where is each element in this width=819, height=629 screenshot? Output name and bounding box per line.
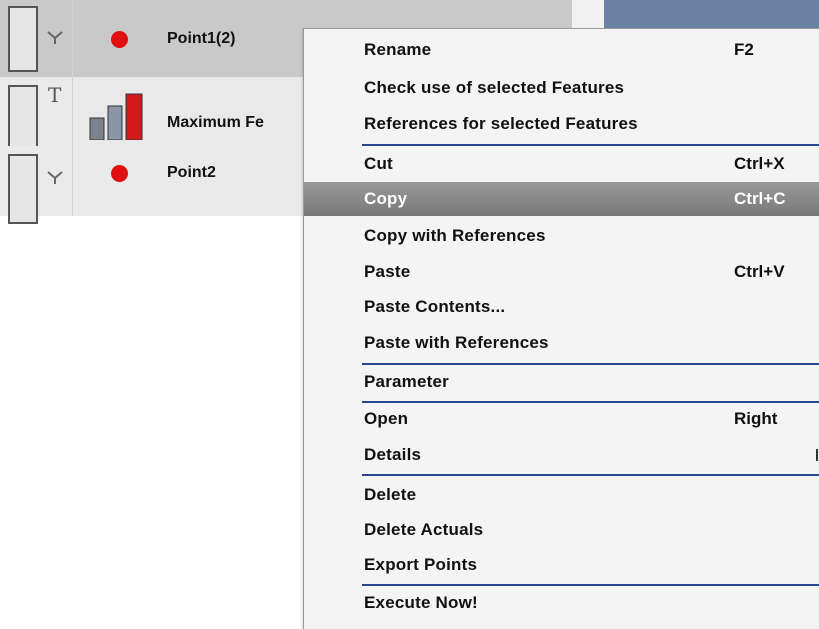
menu-item-export-points[interactable]: Export Points [304, 548, 819, 582]
menu-item-label: Parameter [364, 372, 449, 391]
menu-item-shortcut: F2 [734, 40, 754, 59]
menu-item-label: Details [364, 445, 422, 464]
menu-item-label: Copy [364, 189, 408, 208]
context-menu: Rename F2 Check use of selected Features… [303, 28, 819, 629]
menu-item-label: Paste Contents... [364, 297, 506, 316]
menu-item-paste-contents[interactable]: Paste Contents... [304, 290, 819, 324]
menu-item-parameter[interactable]: Parameter [304, 365, 819, 399]
menu-item-label: Delete [364, 485, 417, 504]
menu-item-label: Delete Actuals [364, 520, 484, 539]
menu-item-references[interactable]: References for selected Features [304, 107, 819, 141]
menu-item-label: Paste with References [364, 333, 549, 352]
column-divider [72, 77, 73, 146]
menu-item-label: Export Points [364, 555, 478, 574]
feature-label: Maximum Fe [167, 114, 264, 131]
menu-item-rename[interactable]: Rename F2 [304, 33, 819, 67]
menu-item-label: Cut [364, 154, 393, 173]
fork-icon [46, 170, 64, 189]
column-divider [72, 146, 73, 216]
menu-item-label: Execute Now! [364, 593, 478, 612]
row-checkbox[interactable] [8, 6, 38, 72]
menu-item-cut[interactable]: Cut Ctrl+X [304, 147, 819, 181]
menu-item-open[interactable]: Open Right [304, 402, 819, 436]
menu-item-paste[interactable]: Paste Ctrl+V [304, 255, 819, 289]
menu-item-copy-with-references[interactable]: Copy with References [304, 219, 819, 253]
menu-item-label: Copy with References [364, 226, 546, 245]
menu-item-details[interactable]: Details [304, 438, 819, 472]
menu-item-execute-now[interactable]: Execute Now! [304, 586, 819, 620]
menu-separator [362, 144, 819, 146]
column-divider [72, 0, 73, 77]
menu-item-shortcut: Ctrl+X [734, 154, 785, 173]
menu-item-label: Rename [364, 40, 432, 59]
red-dot-icon [111, 165, 128, 182]
bar-chart-icon [88, 90, 154, 145]
menu-separator [362, 474, 819, 476]
fork-icon [46, 30, 64, 49]
menu-item-paste-with-references[interactable]: Paste with References [304, 326, 819, 360]
menu-item-label: Open [364, 409, 409, 428]
menu-item-label: Paste [364, 262, 411, 281]
menu-item-delete-actuals[interactable]: Delete Actuals [304, 513, 819, 547]
menu-item-label: Check use of selected Features [364, 78, 625, 97]
menu-item-check-use[interactable]: Check use of selected Features [304, 71, 819, 105]
menu-item-delete[interactable]: Delete [304, 478, 819, 512]
menu-item-shortcut: Ctrl+V [734, 262, 785, 281]
feature-label: Point1(2) [167, 30, 236, 47]
menu-item-copy[interactable]: Copy Ctrl+C [304, 182, 819, 216]
feature-label: Point2 [167, 164, 216, 181]
red-dot-icon [111, 31, 128, 48]
row-checkbox[interactable] [8, 154, 38, 224]
menu-item-label: References for selected Features [364, 114, 638, 133]
menu-item-shortcut: Ctrl+C [734, 189, 786, 208]
menu-item-shortcut: Right [734, 409, 778, 428]
t-glyph-icon: T [48, 83, 62, 107]
submenu-arrow-icon [816, 449, 818, 461]
